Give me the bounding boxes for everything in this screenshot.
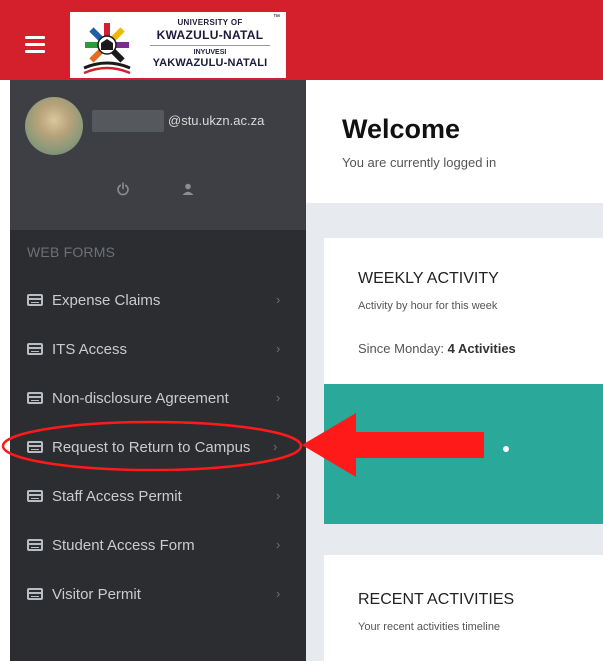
sidebar-item-label: Staff Access Permit <box>52 488 182 505</box>
activity-data-point <box>503 446 509 452</box>
activity-count: 4 Activities <box>447 341 516 356</box>
sidebar-item-label: ITS Access <box>52 341 128 358</box>
recent-activities-subtitle: Your recent activities timeline <box>358 621 501 633</box>
sidebar-item-label: Non-disclosure Agreement <box>52 390 229 407</box>
university-logo[interactable]: UNIVERSITY OF KWAZULU-NATAL INYUVESI YAK… <box>70 12 286 78</box>
university-crest-icon <box>83 23 131 75</box>
avatar[interactable] <box>25 97 83 155</box>
logo-text-kwazulu-natal: KWAZULU-NATAL <box>156 28 264 42</box>
sidebar-item-label: Student Access Form <box>52 537 195 554</box>
sidebar-item-request-to-return-to-campus[interactable]: Request to Return to Campus › <box>10 427 306 467</box>
web-forms-section-label: WEB FORMS <box>27 244 116 260</box>
activity-chart-area <box>324 384 603 524</box>
logo-text-university-of: UNIVERSITY OF <box>177 18 243 27</box>
top-bar: UNIVERSITY OF KWAZULU-NATAL INYUVESI YAK… <box>0 0 603 80</box>
chevron-right-icon: › <box>276 341 281 356</box>
menu-bar-icon <box>25 35 45 39</box>
chevron-right-icon: › <box>273 439 278 454</box>
trademark-symbol: ™ <box>273 14 280 21</box>
form-icon <box>27 490 43 502</box>
sidebar-item-non-disclosure-agreement[interactable]: Non-disclosure Agreement › <box>10 378 306 418</box>
form-icon <box>27 294 43 306</box>
hamburger-menu-button[interactable] <box>10 14 60 74</box>
since-monday-label: Since Monday: <box>358 341 444 356</box>
chevron-right-icon: › <box>276 292 281 307</box>
sidebar-item-visitor-permit[interactable]: Visitor Permit › <box>10 574 306 614</box>
sidebar-item-expense-claims[interactable]: Expense Claims › <box>10 280 306 320</box>
weekly-activity-subtitle: Activity by hour for this week <box>358 300 498 312</box>
power-icon[interactable] <box>116 182 130 196</box>
sidebar-item-label: Visitor Permit <box>52 586 141 603</box>
form-icon <box>27 392 43 404</box>
user-icon[interactable] <box>181 182 195 196</box>
form-icon <box>27 441 43 453</box>
form-icon <box>27 588 43 600</box>
weekly-activity-title: WEEKLY ACTIVITY <box>358 270 499 287</box>
form-icon <box>27 539 43 551</box>
sidebar-item-student-access-form[interactable]: Student Access Form › <box>10 525 306 565</box>
chevron-right-icon: › <box>276 537 281 552</box>
welcome-header: Welcome You are currently logged in <box>306 80 603 203</box>
logo-text-inyuvesi: INYUVESI <box>193 49 227 56</box>
user-email: @stu.ukzn.ac.za <box>168 113 265 128</box>
chevron-right-icon: › <box>276 586 281 601</box>
sidebar-item-staff-access-permit[interactable]: Staff Access Permit › <box>10 476 306 516</box>
logo-text-yakwazulu-natali: YAKWAZULU-NATALI <box>152 57 268 69</box>
sidebar: @stu.ukzn.ac.za WEB FORMS Expense Claims… <box>10 80 306 661</box>
chevron-right-icon: › <box>276 488 281 503</box>
profile-panel: @stu.ukzn.ac.za <box>10 80 306 230</box>
login-status-text: You are currently logged in <box>342 155 497 170</box>
chevron-right-icon: › <box>276 390 281 405</box>
logo-divider <box>150 45 270 46</box>
form-icon <box>27 343 43 355</box>
sidebar-item-label: Expense Claims <box>52 292 161 309</box>
weekly-activity-card: WEEKLY ACTIVITY Activity by hour for thi… <box>324 238 603 524</box>
menu-bar-icon <box>25 42 45 46</box>
sidebar-item-its-access[interactable]: ITS Access › <box>10 329 306 369</box>
menu-bar-icon <box>25 49 45 53</box>
recent-activities-title: RECENT ACTIVITIES <box>358 591 515 608</box>
since-monday-summary: Since Monday: 4 Activities <box>358 341 516 356</box>
page-title: Welcome <box>342 114 461 144</box>
recent-activities-card: RECENT ACTIVITIES Your recent activities… <box>324 555 603 661</box>
redacted-username <box>92 110 164 132</box>
sidebar-item-label: Request to Return to Campus <box>52 439 251 456</box>
